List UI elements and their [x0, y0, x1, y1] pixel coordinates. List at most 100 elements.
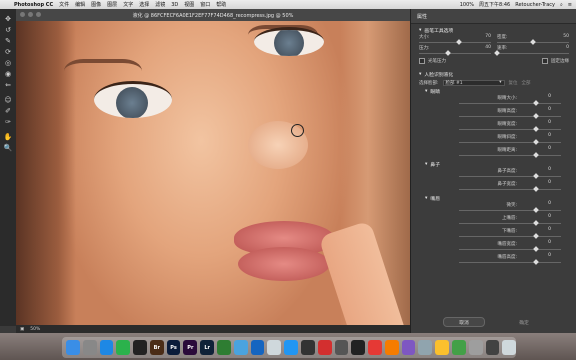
slider-value[interactable]: 0 [548, 167, 551, 172]
qq-icon[interactable] [133, 340, 147, 355]
menu-window[interactable]: 窗口 [200, 1, 210, 8]
disclosure-icon[interactable]: ▾ [419, 72, 421, 77]
slider-value[interactable]: 0 [548, 107, 551, 112]
app-circle-icon[interactable] [267, 340, 282, 355]
face-slider[interactable] [459, 220, 561, 226]
user-name[interactable]: Retoucher-Tracy [515, 2, 555, 8]
app-gray-icon[interactable] [468, 340, 483, 355]
app-jigsaw-icon[interactable] [384, 340, 399, 355]
face-tool-icon[interactable]: ☺ [0, 94, 16, 105]
face-slider-knob[interactable] [532, 173, 539, 179]
face-slider[interactable] [459, 126, 561, 132]
battery-status[interactable]: 100% [460, 2, 474, 8]
close-window-icon[interactable] [20, 12, 25, 17]
menu-3d[interactable]: 3D [171, 2, 178, 8]
smooth-tool-icon[interactable]: ✎ [0, 35, 16, 46]
preview-icon[interactable] [418, 340, 433, 355]
menu-type[interactable]: 文字 [123, 1, 133, 8]
size-slider-knob[interactable] [455, 39, 462, 45]
hand-tool-icon[interactable]: ✋ [0, 131, 16, 142]
face-slider[interactable] [459, 233, 561, 239]
face-slider[interactable] [459, 152, 561, 158]
pucker-tool-icon[interactable]: ◎ [0, 57, 16, 68]
density-slider-knob[interactable] [530, 39, 536, 45]
push-left-tool-icon[interactable]: ⇐ [0, 79, 16, 90]
slider-value[interactable]: 0 [548, 214, 551, 219]
app-blue-icon[interactable] [233, 340, 248, 355]
face-slider[interactable] [459, 139, 561, 145]
move-tool-icon[interactable]: ✥ [0, 13, 16, 24]
rate-slider-knob[interactable] [494, 50, 500, 56]
face-slider-knob[interactable] [532, 113, 539, 119]
face-slider-knob[interactable] [532, 186, 539, 192]
face-slider-knob[interactable] [532, 139, 539, 145]
face-slider[interactable] [459, 113, 561, 119]
face-slider[interactable] [459, 186, 561, 192]
disclosure-icon[interactable]: ▾ [425, 196, 427, 201]
pin-edges-checkbox[interactable]: 固定边缘 [497, 58, 569, 64]
app-menu[interactable]: Photoshop CC [14, 2, 53, 8]
slider-value[interactable]: 0 [548, 201, 551, 206]
image-canvas[interactable] [16, 21, 410, 325]
camtasia-icon[interactable] [217, 340, 231, 355]
app-info-icon[interactable] [284, 340, 298, 355]
twirl-tool-icon[interactable]: ⟳ [0, 46, 16, 57]
zoom-level[interactable]: 50% [30, 327, 40, 332]
menu-select[interactable]: 选择 [139, 1, 149, 8]
face-slider-knob[interactable] [532, 259, 539, 265]
davinci-icon[interactable] [300, 340, 315, 355]
zoom-tool-icon[interactable]: 🔍 [0, 142, 16, 153]
face-slider-knob[interactable] [532, 100, 539, 106]
menu-help[interactable]: 帮助 [216, 1, 226, 8]
thaw-mask-tool-icon[interactable]: ✑ [0, 116, 16, 127]
all-button[interactable]: 全部 [522, 80, 531, 86]
premiere-icon[interactable]: Pr [183, 340, 198, 355]
slider-value[interactable]: 0 [548, 227, 551, 232]
app-cards-icon[interactable] [401, 340, 416, 355]
lightroom-icon[interactable]: Lr [200, 340, 215, 355]
face-slider[interactable] [459, 207, 561, 213]
bridge-icon[interactable]: Br [149, 340, 164, 355]
face-slider-knob[interactable] [532, 126, 539, 132]
app-keynote-icon[interactable] [435, 340, 449, 355]
face-slider[interactable] [459, 246, 561, 252]
pressure-slider-knob[interactable] [444, 50, 451, 56]
face-slider-knob[interactable] [532, 220, 539, 226]
safari-icon[interactable] [99, 340, 114, 355]
select-face-dropdown[interactable]: 脸部 #1 ▾ [442, 79, 505, 86]
disclosure-icon[interactable]: ▾ [425, 89, 427, 94]
face-slider[interactable] [459, 173, 561, 179]
pressure-slider[interactable] [419, 50, 491, 56]
face-slider-knob[interactable] [532, 246, 539, 252]
app-weibo-icon[interactable] [368, 340, 382, 355]
search-icon[interactable]: ⌕ [560, 2, 563, 8]
menu-view[interactable]: 视图 [184, 1, 194, 8]
trash-icon[interactable] [502, 340, 517, 355]
obs-icon[interactable] [351, 340, 366, 355]
disclosure-icon[interactable]: ▾ [425, 162, 427, 167]
slider-value[interactable]: 0 [548, 146, 551, 151]
toggle-view-icon[interactable]: ▣ [20, 327, 24, 332]
finder-icon[interactable] [66, 340, 80, 355]
minimize-window-icon[interactable] [28, 12, 33, 17]
reconstruct-tool-icon[interactable]: ↺ [0, 24, 16, 35]
menu-image[interactable]: 图像 [91, 1, 101, 8]
face-slider[interactable] [459, 259, 561, 265]
face-slider-knob[interactable] [532, 152, 539, 158]
app-red-icon[interactable] [317, 340, 332, 355]
menu-edit[interactable]: 编辑 [75, 1, 85, 8]
wechat-icon[interactable] [116, 340, 131, 355]
clock[interactable]: 周五下午8:46 [479, 1, 510, 8]
density-slider[interactable] [497, 39, 569, 45]
ok-button[interactable]: 确定 [503, 317, 545, 327]
app-ring-icon[interactable] [250, 340, 265, 355]
slider-value[interactable]: 0 [548, 180, 551, 185]
zoom-window-icon[interactable] [36, 12, 41, 17]
disclosure-icon[interactable]: ▾ [419, 28, 421, 33]
size-slider[interactable] [419, 39, 491, 45]
photoshop-icon[interactable]: Ps [166, 340, 181, 355]
face-slider[interactable] [459, 100, 561, 106]
slider-value[interactable]: 0 [548, 253, 551, 258]
slider-value[interactable]: 0 [548, 133, 551, 138]
freeze-mask-tool-icon[interactable]: ✐ [0, 105, 16, 116]
